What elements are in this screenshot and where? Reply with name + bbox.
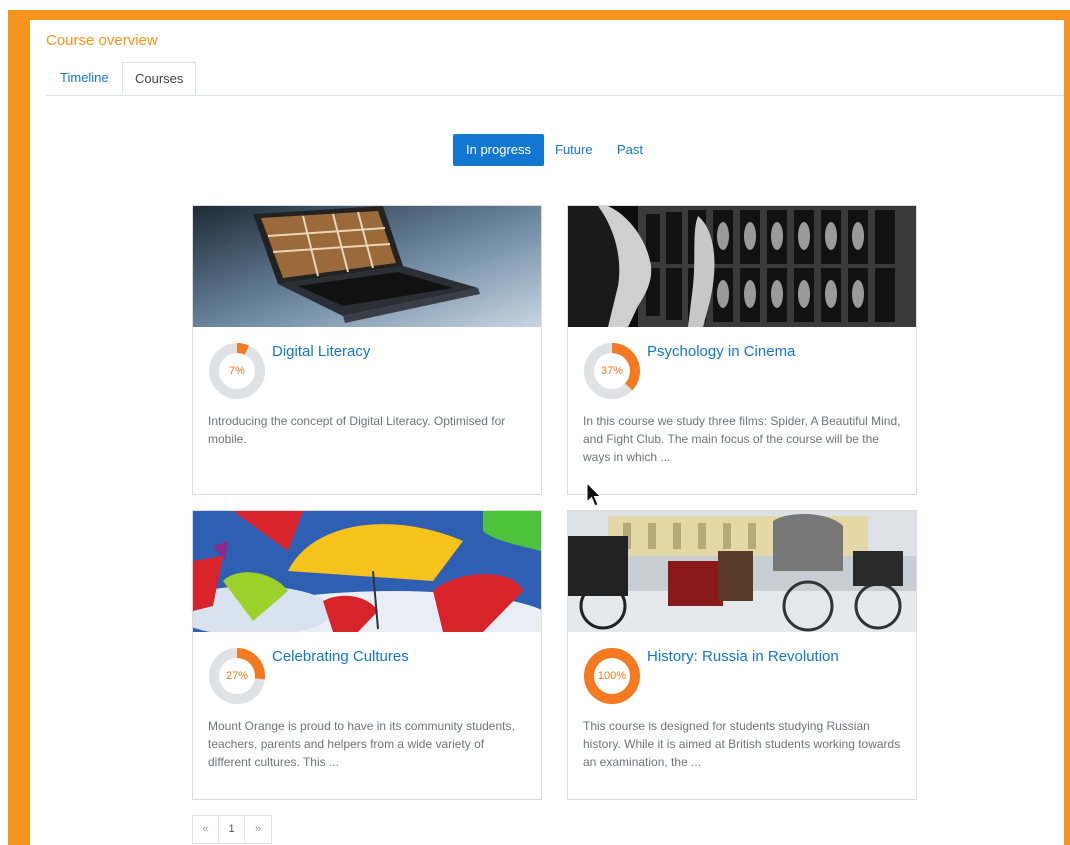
pagination-next[interactable]: »: [245, 816, 271, 843]
tab-courses[interactable]: Courses: [122, 62, 197, 95]
pagination-page[interactable]: 1: [219, 816, 245, 843]
course-card: 7% Digital Literacy Introducing the conc…: [192, 205, 542, 495]
course-card: 100% History: Russia in Revolution This …: [567, 510, 917, 800]
filter-in-progress[interactable]: In progress: [453, 134, 545, 166]
course-summary: In this course we study three films: Spi…: [583, 414, 901, 464]
course-card: 37% Psychology in Cinema In this course …: [567, 205, 917, 495]
mouse-cursor-icon: [586, 482, 602, 507]
course-name-link[interactable]: Celebrating Cultures: [272, 648, 409, 665]
course-card: 27% Celebrating Cultures Mount Orange is…: [192, 510, 542, 800]
filter-past[interactable]: Past: [617, 134, 643, 166]
course-image-cinema[interactable]: [568, 206, 916, 327]
progress-percent: 27%: [225, 670, 249, 682]
pagination: « 1 »: [192, 815, 272, 844]
orange-frame-top: [8, 10, 1070, 20]
orange-frame-left: [8, 10, 30, 845]
progress-percent: 100%: [597, 670, 627, 682]
filter-future[interactable]: Future: [555, 134, 593, 166]
tab-timeline[interactable]: Timeline: [48, 62, 121, 94]
course-image-laptop[interactable]: [193, 206, 541, 327]
course-summary: Introducing the concept of Digital Liter…: [208, 414, 506, 446]
course-name-link[interactable]: Psychology in Cinema: [647, 343, 795, 360]
course-name-link[interactable]: History: Russia in Revolution: [647, 648, 839, 665]
course-image-russia[interactable]: [568, 511, 916, 632]
course-name-link[interactable]: Digital Literacy: [272, 343, 370, 360]
course-image-umbrellas[interactable]: [193, 511, 541, 632]
pagination-prev[interactable]: «: [193, 816, 219, 843]
course-overview-tabs: Timeline Courses: [46, 62, 1064, 96]
progress-percent: 7%: [229, 365, 245, 377]
block-title: Course overview: [46, 32, 158, 49]
course-summary: Mount Orange is proud to have in its com…: [208, 719, 515, 769]
orange-frame-right: [1064, 10, 1070, 845]
course-summary: This course is designed for students stu…: [583, 719, 901, 769]
progress-percent: 37%: [600, 365, 624, 377]
